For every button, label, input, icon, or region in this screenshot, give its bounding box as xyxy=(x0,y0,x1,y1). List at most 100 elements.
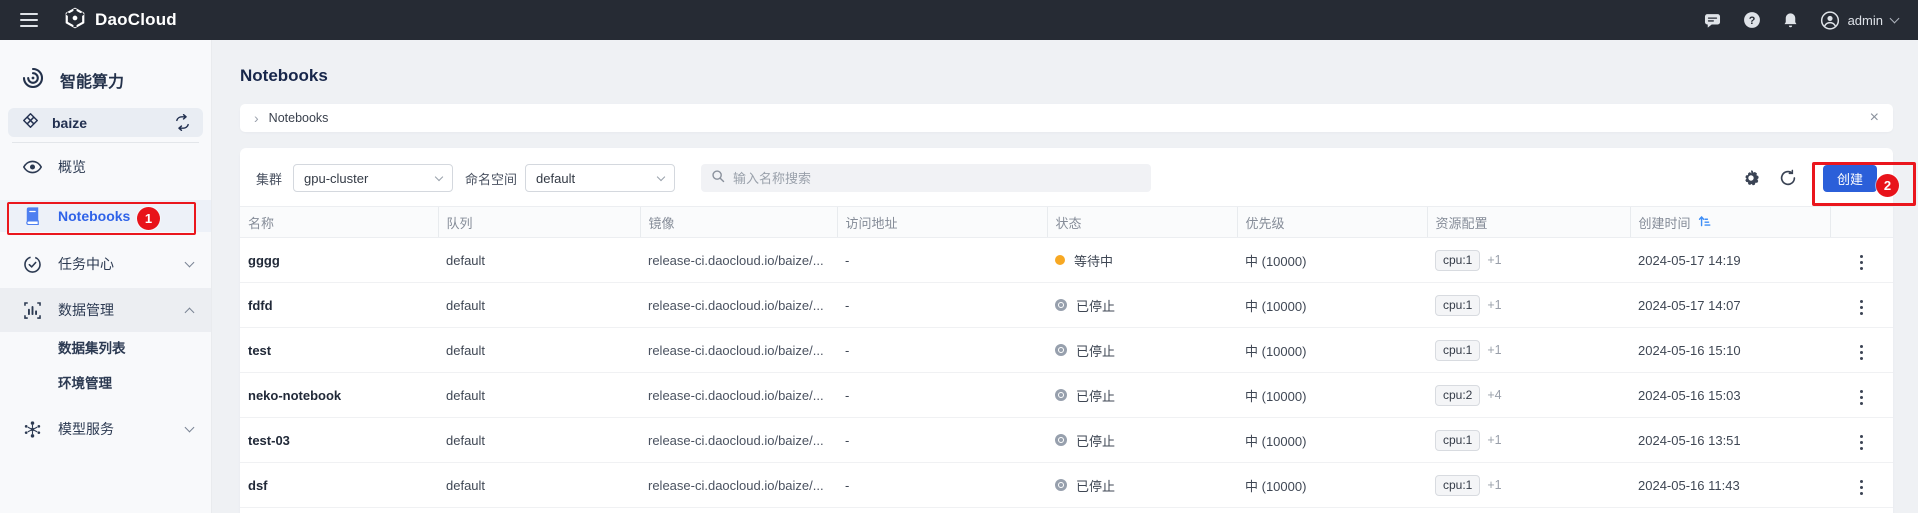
status-text: 已停止 xyxy=(1076,431,1115,450)
cell-image: release-ci.daocloud.io/baize/... xyxy=(640,238,837,283)
status-icon xyxy=(1055,255,1065,265)
resource-tag: cpu:1 xyxy=(1435,295,1480,316)
cell-name[interactable]: dsf xyxy=(240,463,438,508)
status-text: 已停止 xyxy=(1076,386,1115,405)
table-row[interactable]: test-03 default release-ci.daocloud.io/b… xyxy=(240,418,1893,463)
table-row[interactable]: test default release-ci.daocloud.io/baiz… xyxy=(240,328,1893,373)
cell-name[interactable]: test-03 xyxy=(240,418,438,463)
row-actions-menu-icon[interactable] xyxy=(1854,251,1869,274)
cell-address: - xyxy=(837,283,1047,328)
status-icon xyxy=(1055,344,1067,356)
search-input[interactable] xyxy=(733,171,1141,186)
cell-status: 等待中 xyxy=(1047,238,1237,283)
row-actions-menu-icon[interactable] xyxy=(1854,386,1869,409)
status-text: 已停止 xyxy=(1076,476,1115,495)
refresh-icon[interactable] xyxy=(1778,168,1798,188)
resource-extra-count[interactable]: +1 xyxy=(1487,253,1501,267)
cell-queue: default xyxy=(438,373,640,418)
row-actions-menu-icon[interactable] xyxy=(1854,341,1869,364)
brand-logo[interactable]: DaoCloud xyxy=(64,7,177,34)
sort-ascending-icon[interactable] xyxy=(1697,214,1712,231)
status-icon xyxy=(1055,389,1067,401)
cell-image: release-ci.daocloud.io/baize/... xyxy=(640,328,837,373)
table-row[interactable]: gggg default release-ci.daocloud.io/baiz… xyxy=(240,238,1893,283)
cell-priority: 中 (10000) xyxy=(1237,238,1427,283)
column-header: 访问地址 xyxy=(837,207,1047,238)
sidebar-item-model-service[interactable]: 模型服务 xyxy=(0,413,211,445)
main-content: Notebooks › Notebooks × 集群 gpu-cluster 命… xyxy=(212,40,1918,513)
namespace-select[interactable]: default xyxy=(525,164,675,192)
cell-address: - xyxy=(837,463,1047,508)
cell-created-time: 2024-05-17 14:19 xyxy=(1630,238,1830,283)
cell-resources: cpu:2+4 xyxy=(1427,373,1630,418)
cell-name[interactable]: fdfd xyxy=(240,283,438,328)
sidebar-item-label: 模型服务 xyxy=(58,419,114,439)
namespace-label: 命名空间 xyxy=(465,169,517,188)
help-icon[interactable]: ? xyxy=(1742,10,1762,30)
user-menu[interactable]: admin xyxy=(1820,10,1898,30)
cell-actions xyxy=(1830,328,1893,373)
column-header: 资源配置 xyxy=(1427,207,1630,238)
resource-extra-count[interactable]: +4 xyxy=(1487,388,1501,402)
cell-name[interactable]: test xyxy=(240,328,438,373)
row-actions-menu-icon[interactable] xyxy=(1854,476,1869,499)
cell-image: release-ci.daocloud.io/baize/... xyxy=(640,418,837,463)
sidebar-item-label: 数据管理 xyxy=(58,300,114,320)
resource-tag: cpu:1 xyxy=(1435,250,1480,271)
resource-extra-count[interactable]: +1 xyxy=(1487,433,1501,447)
table-row[interactable]: fdfd default release-ci.daocloud.io/baiz… xyxy=(240,283,1893,328)
cell-priority: 中 (10000) xyxy=(1237,328,1427,373)
cell-actions xyxy=(1830,238,1893,283)
resource-extra-count[interactable]: +1 xyxy=(1487,478,1501,492)
cell-name[interactable]: gggg xyxy=(240,238,438,283)
sidebar-subitem-env-management[interactable]: 环境管理 xyxy=(0,367,211,397)
settings-gear-icon[interactable] xyxy=(1741,168,1761,188)
table-row[interactable]: dsf default release-ci.daocloud.io/baize… xyxy=(240,463,1893,508)
cell-image: release-ci.daocloud.io/baize/... xyxy=(640,373,837,418)
breadcrumb-item[interactable]: Notebooks xyxy=(269,111,329,125)
notification-bell-icon[interactable] xyxy=(1781,10,1801,30)
resource-extra-count[interactable]: +1 xyxy=(1487,343,1501,357)
breadcrumb-chevron-icon[interactable]: › xyxy=(254,111,259,125)
model-service-icon xyxy=(22,420,42,439)
sidebar-item-task-center[interactable]: 任务中心 xyxy=(0,248,211,280)
cell-created-time: 2024-05-16 13:51 xyxy=(1630,418,1830,463)
row-actions-menu-icon[interactable] xyxy=(1854,296,1869,319)
cluster-select[interactable]: gpu-cluster xyxy=(293,164,453,192)
sidebar-item-overview[interactable]: 概览 xyxy=(0,152,211,182)
sidebar-subitem-dataset-list[interactable]: 数据集列表 xyxy=(0,332,211,362)
cell-address: - xyxy=(837,418,1047,463)
create-button[interactable]: 创建 xyxy=(1823,165,1877,192)
ai-computing-icon xyxy=(21,66,45,95)
cell-resources: cpu:1 +1 xyxy=(1427,418,1630,463)
cell-queue: default xyxy=(438,283,640,328)
status-text: 已停止 xyxy=(1076,296,1115,315)
brand-name: DaoCloud xyxy=(95,10,177,30)
table-row[interactable]: neko-notebook default release-ci.daoclou… xyxy=(240,373,1893,418)
chevron-up-icon xyxy=(185,307,195,317)
workspace-selector[interactable]: baize xyxy=(8,108,203,137)
close-icon[interactable]: × xyxy=(1870,110,1879,126)
sidebar-item-data-management[interactable]: 数据管理 xyxy=(0,288,211,332)
topbar: DaoCloud ? admin xyxy=(0,0,1918,40)
cluster-label: 集群 xyxy=(256,169,282,188)
table-body: gggg default release-ci.daocloud.io/baiz… xyxy=(240,238,1893,508)
cell-name[interactable]: neko-notebook xyxy=(240,373,438,418)
sidebar-item-notebooks[interactable]: Notebooks xyxy=(0,200,211,232)
switch-workspace-icon[interactable] xyxy=(174,114,191,131)
column-header[interactable]: 创建时间 xyxy=(1630,207,1830,238)
cell-resources: cpu:1 +1 xyxy=(1427,283,1630,328)
status-icon xyxy=(1055,434,1067,446)
row-actions-menu-icon[interactable] xyxy=(1854,431,1869,454)
notebook-icon xyxy=(22,207,42,225)
annotation-badge-2: 2 xyxy=(1876,174,1899,197)
status-text: 等待中 xyxy=(1074,251,1113,270)
sidebar-item-label: 数据集列表 xyxy=(58,337,126,357)
resource-tag: cpu:1 xyxy=(1435,430,1480,451)
cell-priority: 中 (10000) xyxy=(1237,418,1427,463)
resource-extra-count[interactable]: +1 xyxy=(1487,298,1501,312)
chevron-down-icon xyxy=(435,173,443,181)
hamburger-menu-icon[interactable] xyxy=(20,13,38,27)
cell-actions xyxy=(1830,373,1893,418)
message-icon[interactable] xyxy=(1703,10,1723,30)
